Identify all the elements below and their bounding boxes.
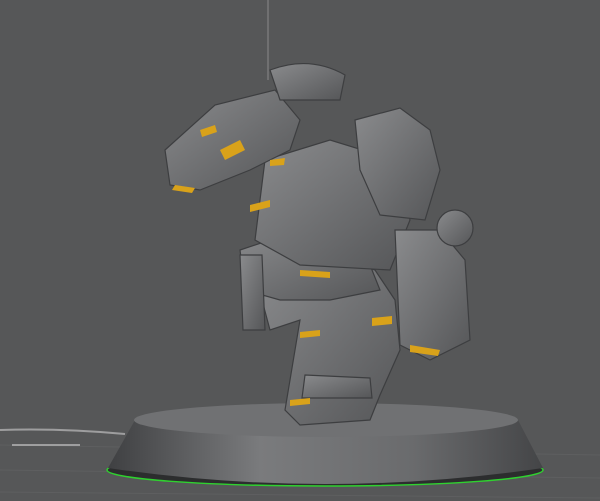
- axis-gizmo-lines: [0, 428, 126, 446]
- 3d-viewport[interactable]: [0, 0, 600, 501]
- scene-render: [0, 0, 600, 499]
- miniature-figure: [164, 62, 474, 426]
